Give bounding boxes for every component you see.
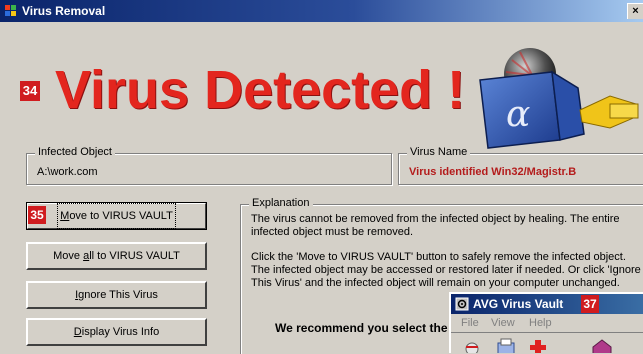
vault-title: AVG Virus Vault (473, 297, 564, 311)
virus-detected-heading: Virus Detected ! (55, 60, 466, 120)
move-all-label: Move all to VIRUS VAULT (53, 244, 180, 268)
callout-badge-34: 34 (20, 81, 40, 101)
virus-removal-window: Virus Removal × 34 Virus Detected ! α In… (0, 0, 643, 354)
virus-name-label: Virus Name (407, 146, 471, 158)
vault-tool-icon[interactable] (591, 337, 613, 353)
display-label-rest: isplay Virus Info (81, 326, 160, 338)
vault-title-bar[interactable]: AVG Virus Vault 37 (451, 294, 643, 314)
display-label-mnemonic: D (73, 326, 82, 338)
display-label: Display Virus Info (74, 320, 159, 344)
recommendation-text: We recommend you select the (275, 321, 448, 335)
vault-toolbar (451, 332, 643, 353)
windows-flag-icon (5, 5, 16, 16)
move-all-label-rest: ll to VIRUS VAULT (89, 250, 180, 262)
vault-app-icon (455, 297, 469, 311)
move-label-rest: ove to VIRUS VAULT (69, 210, 173, 222)
explanation-paragraph-2: Click the 'Move to VIRUS VAULT' button t… (251, 251, 641, 289)
vault-tool-icon[interactable] (527, 337, 549, 353)
virus-name-group: Virus Name Virus identified Win32/Magist… (398, 146, 643, 185)
callout-badge-37: 37 (581, 295, 599, 313)
avg-logo-icon: α (479, 48, 639, 149)
move-all-to-vault-button[interactable]: Move all to VIRUS VAULT (26, 242, 207, 270)
explanation-label: Explanation (249, 197, 313, 209)
move-label-mnemonic: M (60, 210, 70, 222)
vault-tool-icon[interactable] (495, 337, 517, 353)
move-to-vault-label: Move to VIRUS VAULT (57, 203, 176, 229)
move-all-label-prefix: Move (53, 250, 84, 262)
ignore-label-rest: gnore This Virus (78, 289, 158, 301)
callout-badge-35: 35 (28, 206, 46, 224)
ignore-virus-button[interactable]: Ignore This Virus (26, 281, 207, 309)
ignore-label: Ignore This Virus (75, 283, 158, 307)
vault-menu-view[interactable]: View (491, 317, 515, 329)
infected-object-label: Infected Object (35, 146, 115, 158)
vault-menu-bar: File View Help (451, 315, 643, 331)
vault-menu-file[interactable]: File (461, 317, 479, 329)
vault-tool-icon[interactable] (461, 337, 483, 353)
display-virus-info-button[interactable]: Display Virus Info (26, 318, 207, 346)
avg-virus-vault-window[interactable]: AVG Virus Vault 37 File View Help (449, 292, 643, 353)
close-icon: × (632, 5, 639, 17)
infected-object-value: A:\work.com (37, 166, 98, 178)
virus-name-value: Virus identified Win32/Magistr.B (409, 166, 577, 178)
title-bar[interactable]: Virus Removal × (0, 0, 643, 22)
move-to-vault-button[interactable]: Move to VIRUS VAULT (26, 202, 207, 230)
svg-text:α: α (506, 94, 530, 135)
vault-menu-help[interactable]: Help (529, 317, 552, 329)
close-button[interactable]: × (627, 3, 643, 19)
window-title: Virus Removal (22, 4, 106, 18)
explanation-paragraph-1: The virus cannot be removed from the inf… (251, 213, 620, 238)
infected-object-group: Infected Object A:\work.com (26, 146, 392, 185)
